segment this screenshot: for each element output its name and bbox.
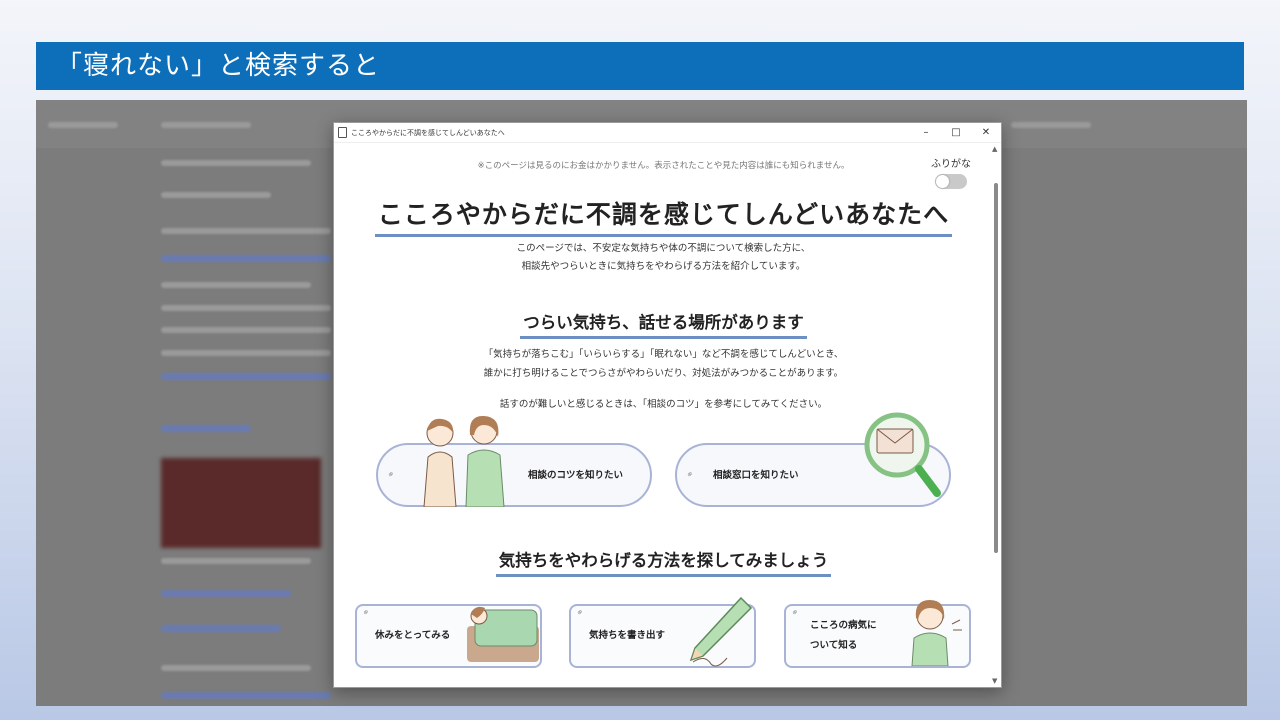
maximize-button[interactable]: □ [941, 123, 971, 143]
furigana-toggle[interactable] [935, 174, 967, 189]
section2-heading: 気持ちをやわらげる方法を探してみましょう [334, 547, 993, 577]
page-icon [338, 127, 347, 138]
blurred-text [161, 350, 331, 356]
link-icon: ⚭ [385, 468, 398, 482]
section1-heading: つらい気持ち、話せる場所があります [334, 309, 993, 339]
intro-text: このページでは、不安定な気持ちや体の不調について検索した方に、 相談先やつらいと… [334, 240, 993, 276]
scrollbar-thumb[interactable] [994, 183, 998, 553]
blurred-text [1011, 122, 1091, 128]
minimize-button[interactable]: – [911, 123, 941, 143]
blurred-text [161, 192, 271, 198]
vertical-scrollbar[interactable]: ▲ ▼ [991, 143, 1001, 687]
notice-text: ※このページは見るのにお金はかかりません。表示されたことや見た内容は誰にも知られ… [477, 161, 850, 171]
blurred-text [48, 122, 118, 128]
worried-person-illustration [911, 600, 962, 666]
blurred-text [161, 665, 311, 671]
learn-mental-illness-line: ついて知る [810, 640, 858, 651]
take-rest-card[interactable]: ⚭ 休みをとってみる [355, 604, 542, 668]
link-icon: ⚭ [684, 468, 697, 482]
learn-mental-illness-line: こころの病気に [810, 620, 877, 631]
page-content: ※このページは見るのにお金はかかりません。表示されたことや見た内容は誰にも知られ… [334, 143, 1001, 687]
close-button[interactable]: ✕ [971, 123, 1001, 143]
window-title: こころやからだに不調を感じてしんどいあなたへ [351, 128, 505, 137]
page-heading-text: こころやからだに不調を感じてしんどいあなたへ [374, 195, 953, 237]
section1-line: 「気持ちが落ちこむ」「いらいらする」「眠れない」など不調を感じてしんどいとき、 [483, 349, 844, 360]
blurred-text [161, 160, 311, 166]
blurred-link [161, 590, 291, 597]
consultation-tips-button[interactable]: ⚭ 相談のコツを知りたい [376, 415, 652, 507]
consultation-tips-label: 相談のコツを知りたい [528, 470, 624, 481]
blurred-link [161, 425, 251, 432]
blurred-text [161, 122, 251, 128]
section1-heading-text: つらい気持ち、話せる場所があります [520, 309, 807, 339]
furigana-label: ふりがな [931, 159, 971, 170]
link-icon: ⚭ [360, 606, 373, 620]
section1-text: 「気持ちが落ちこむ」「いらいらする」「眠れない」など不調を感じてしんどいとき、 … [334, 345, 993, 383]
blurred-text [161, 327, 331, 333]
scroll-down-arrow-icon[interactable]: ▼ [992, 677, 997, 685]
toggle-knob [936, 175, 949, 188]
blurred-link [161, 373, 331, 380]
resting-person-illustration [467, 606, 539, 662]
write-feelings-card[interactable]: ⚭ 気持ちを書き出す [569, 596, 756, 668]
consultation-desk-button[interactable]: ⚭ 相談窓口を知りたい [675, 412, 951, 507]
page-heading: こころやからだに不調を感じてしんどいあなたへ [334, 195, 993, 237]
take-rest-label: 休みをとってみる [375, 630, 451, 641]
link-icon: ⚭ [574, 606, 587, 620]
pencil-illustration [689, 596, 753, 667]
blurred-thumbnail [161, 458, 321, 548]
magnifier-envelope-illustration [864, 412, 941, 497]
furigana-toggle-group: ふりがな [931, 155, 971, 189]
popup-window: こころやからだに不調を感じてしんどいあなたへ – □ ✕ ※このページは見るのに… [333, 122, 1002, 688]
blurred-text [161, 558, 311, 564]
link-icon: ⚭ [789, 606, 802, 620]
intro-line: 相談先やつらいときに気持ちをやわらげる方法を紹介しています。 [521, 261, 806, 272]
learn-mental-illness-label: こころの病気に ついて知る [810, 616, 877, 656]
blurred-text [161, 282, 311, 288]
window-titlebar: こころやからだに不調を感じてしんどいあなたへ – □ ✕ [334, 123, 1001, 143]
intro-line: このページでは、不安定な気持ちや体の不調について検索した方に、 [516, 243, 811, 254]
two-people-illustration [423, 415, 505, 507]
scroll-up-arrow-icon[interactable]: ▲ [992, 145, 997, 153]
consultation-desk-label: 相談窓口を知りたい [713, 470, 799, 481]
blurred-link [161, 625, 281, 632]
blurred-link [161, 255, 331, 262]
blurred-link [161, 692, 331, 699]
section2-heading-text: 気持ちをやわらげる方法を探してみましょう [495, 547, 832, 577]
slide-title: 「寝れない」と検索すると [36, 42, 1244, 90]
learn-mental-illness-card[interactable]: ⚭ こころの病気に ついて知る [784, 600, 971, 668]
write-feelings-label: 気持ちを書き出す [589, 630, 666, 641]
blurred-text [161, 305, 331, 311]
blurred-text [161, 228, 331, 234]
section1-line: 誰かに打ち明けることでつらさがやわらいだり、対処法がみつかることがあります。 [483, 368, 844, 379]
